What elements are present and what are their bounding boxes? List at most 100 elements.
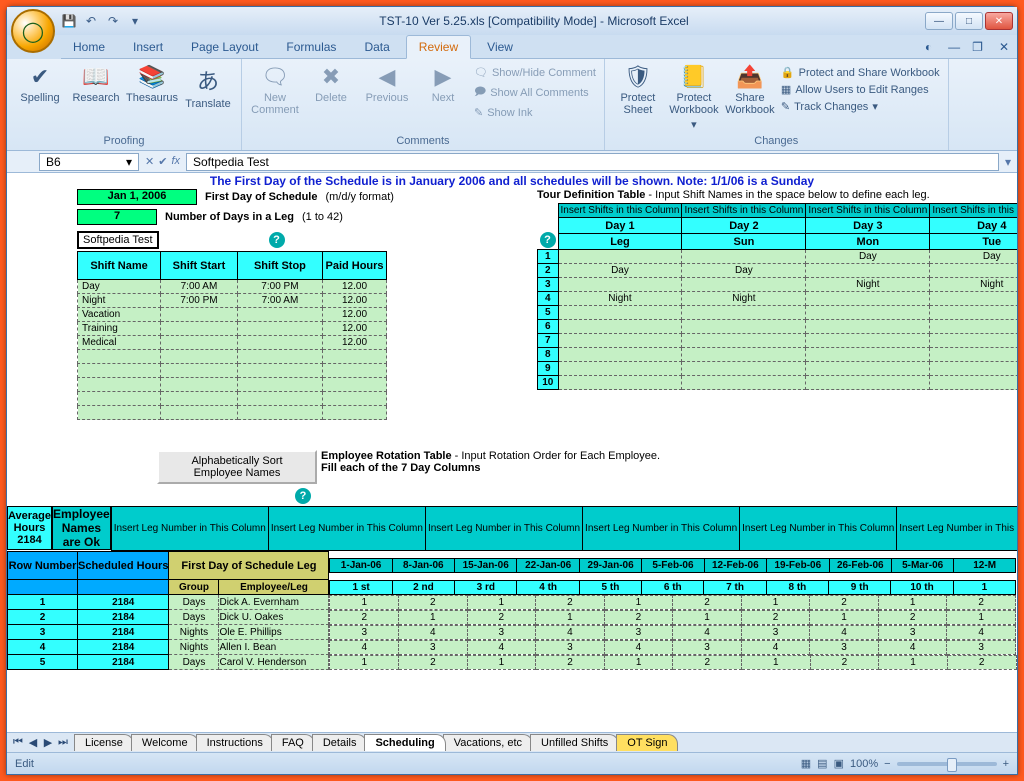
- rotation-cell[interactable]: 2: [673, 595, 742, 609]
- shift-cell[interactable]: 7:00 AM: [237, 294, 322, 308]
- rotation-cell[interactable]: 1: [604, 655, 673, 669]
- shift-cell[interactable]: [161, 322, 238, 336]
- view-layout-icon[interactable]: ▤: [817, 757, 827, 770]
- tab-formulas[interactable]: Formulas: [274, 36, 348, 58]
- doc-close-icon[interactable]: ✕: [991, 36, 1017, 58]
- rotation-cell[interactable]: 2: [741, 610, 810, 624]
- prev-sheet-icon[interactable]: ◀: [26, 736, 40, 749]
- show-hide-comment-button[interactable]: 🗨Show/Hide Comment: [472, 65, 598, 80]
- tour-cell[interactable]: Day: [558, 264, 682, 278]
- tour-cell[interactable]: [682, 278, 806, 292]
- sheet-tab[interactable]: FAQ: [271, 734, 315, 751]
- protect-share-button[interactable]: 🔒Protect and Share Workbook: [779, 65, 942, 80]
- protect-sheet-button[interactable]: 🛡Protect Sheet: [611, 61, 665, 119]
- first-day-value[interactable]: Jan 1, 2006: [77, 189, 197, 205]
- rotation-cell[interactable]: 4: [810, 625, 879, 639]
- tour-cell[interactable]: Night: [682, 292, 806, 306]
- zoom-out-icon[interactable]: −: [884, 758, 890, 770]
- previous-comment-button[interactable]: ◀Previous: [360, 61, 414, 107]
- shift-cell[interactable]: 12.00: [323, 294, 387, 308]
- rotation-cell[interactable]: 2: [536, 595, 605, 609]
- shift-cell[interactable]: 12.00: [323, 280, 387, 294]
- tour-cell[interactable]: [930, 334, 1017, 348]
- spelling-button[interactable]: ✔Spelling: [13, 61, 67, 107]
- accept-formula-icon[interactable]: ✔: [158, 155, 167, 168]
- tour-cell[interactable]: [682, 362, 806, 376]
- sheet-tab[interactable]: Welcome: [131, 734, 199, 751]
- rotation-cell[interactable]: 2: [947, 655, 1016, 669]
- tour-cell[interactable]: [682, 376, 806, 390]
- rotation-cell[interactable]: 2: [604, 610, 673, 624]
- doc-minimize-icon[interactable]: —: [944, 36, 964, 58]
- tab-insert[interactable]: Insert: [121, 36, 175, 58]
- shift-cell[interactable]: [161, 364, 238, 378]
- tour-cell[interactable]: [930, 376, 1017, 390]
- rotation-cell[interactable]: 1: [741, 595, 810, 609]
- tour-cell[interactable]: [558, 376, 682, 390]
- tour-cell[interactable]: [558, 320, 682, 334]
- shift-cell[interactable]: [78, 392, 161, 406]
- formula-input[interactable]: Softpedia Test: [186, 153, 999, 171]
- shift-cell[interactable]: Vacation: [78, 308, 161, 322]
- tab-home[interactable]: Home: [61, 36, 117, 58]
- tour-cell[interactable]: [558, 334, 682, 348]
- shift-cell[interactable]: [323, 364, 387, 378]
- zoom-in-icon[interactable]: +: [1003, 758, 1009, 770]
- tour-cell[interactable]: [806, 348, 930, 362]
- rotation-cell[interactable]: 2: [810, 595, 879, 609]
- rotation-cell[interactable]: 2: [330, 610, 399, 624]
- tour-cell[interactable]: [930, 362, 1017, 376]
- research-button[interactable]: 📖Research: [69, 61, 123, 107]
- rotation-cell[interactable]: 4: [741, 640, 810, 654]
- shift-cell[interactable]: [323, 406, 387, 420]
- shift-cell[interactable]: 12.00: [323, 336, 387, 350]
- tour-cell[interactable]: [682, 306, 806, 320]
- tour-cell[interactable]: [806, 334, 930, 348]
- rotation-cell[interactable]: 3: [467, 625, 536, 639]
- last-sheet-icon[interactable]: ⏭: [56, 736, 70, 749]
- shift-cell[interactable]: 7:00 PM: [237, 280, 322, 294]
- shift-cell[interactable]: [323, 350, 387, 364]
- sheet-tab[interactable]: Scheduling: [364, 734, 445, 751]
- help-icon[interactable]: ?: [540, 232, 556, 248]
- worksheet-area[interactable]: The First Day of the Schedule is in Janu…: [7, 173, 1017, 732]
- tour-cell[interactable]: [806, 320, 930, 334]
- rotation-cell[interactable]: 3: [330, 625, 399, 639]
- tab-review[interactable]: Review: [406, 35, 471, 59]
- sheet-tab[interactable]: Instructions: [196, 734, 274, 751]
- rotation-cell[interactable]: 1: [330, 595, 399, 609]
- rotation-cell[interactable]: 1: [399, 610, 468, 624]
- rotation-cell[interactable]: 1: [330, 655, 399, 669]
- rotation-cell[interactable]: 4: [947, 625, 1016, 639]
- allow-edit-ranges-button[interactable]: ▦Allow Users to Edit Ranges: [779, 82, 942, 97]
- tour-cell[interactable]: [558, 278, 682, 292]
- shift-cell[interactable]: 7:00 AM: [161, 280, 238, 294]
- rotation-cell[interactable]: 2: [947, 595, 1016, 609]
- rotation-cell[interactable]: 1: [810, 610, 879, 624]
- minimize-button[interactable]: —: [925, 12, 953, 30]
- shift-cell[interactable]: Day: [78, 280, 161, 294]
- tour-cell[interactable]: [806, 376, 930, 390]
- sheet-tab[interactable]: OT Sign: [616, 734, 678, 751]
- zoom-slider[interactable]: [897, 762, 997, 766]
- tour-cell[interactable]: [930, 348, 1017, 362]
- test-text-cell[interactable]: Softpedia Test: [77, 231, 159, 249]
- sheet-tab[interactable]: Vacations, etc: [443, 734, 533, 751]
- tour-cell[interactable]: [682, 320, 806, 334]
- tour-cell[interactable]: [558, 362, 682, 376]
- shift-cell[interactable]: [237, 392, 322, 406]
- tab-page-layout[interactable]: Page Layout: [179, 36, 270, 58]
- first-sheet-icon[interactable]: ⏮: [11, 736, 25, 749]
- maximize-button[interactable]: □: [955, 12, 983, 30]
- sheet-tab[interactable]: License: [74, 734, 134, 751]
- shift-cell[interactable]: [78, 406, 161, 420]
- tour-cell[interactable]: [558, 250, 682, 264]
- tour-cell[interactable]: [930, 292, 1017, 306]
- tour-cell[interactable]: [930, 320, 1017, 334]
- shift-cell[interactable]: [161, 392, 238, 406]
- tour-cell[interactable]: [930, 306, 1017, 320]
- translate-button[interactable]: あTranslate: [181, 61, 235, 113]
- cancel-formula-icon[interactable]: ✕: [145, 155, 154, 168]
- shift-cell[interactable]: [161, 406, 238, 420]
- tour-cell[interactable]: Day: [930, 250, 1017, 264]
